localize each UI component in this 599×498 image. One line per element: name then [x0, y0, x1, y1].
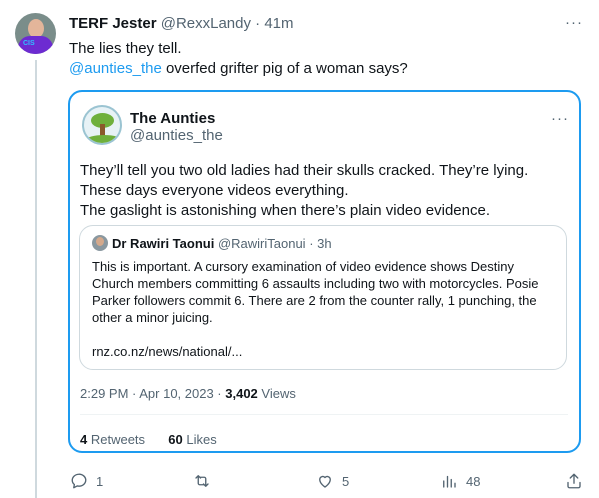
- more-options-icon[interactable]: ···: [565, 14, 583, 31]
- quoted-author-avatar[interactable]: [82, 105, 122, 145]
- nested-author-name[interactable]: Dr Rawiri Taonui: [112, 236, 214, 251]
- author-name[interactable]: TERF Jester: [69, 15, 157, 32]
- tweet-time[interactable]: 41m: [264, 15, 293, 32]
- divider: [80, 414, 568, 415]
- quoted-stats: 4 Retweets 60 Likes: [80, 432, 217, 447]
- retweets-label[interactable]: Retweets: [87, 432, 145, 447]
- quoted-tweet-text: They’ll tell you two old ladies had thei…: [80, 161, 570, 221]
- nested-body-line: This is important. A cursory examination…: [92, 259, 514, 274]
- quoted-more-options-icon[interactable]: ···: [551, 110, 569, 127]
- share-button[interactable]: [565, 470, 583, 492]
- thread-line: [35, 60, 37, 498]
- like-button[interactable]: 5: [316, 470, 349, 492]
- like-count: 5: [342, 473, 350, 489]
- reply-button[interactable]: 1: [70, 470, 103, 492]
- retweet-icon: [195, 475, 209, 487]
- share-icon: [567, 473, 581, 489]
- avatar-face: [96, 237, 104, 246]
- tweet-line-2-rest: overfed grifter pig of a woman says?: [161, 60, 408, 77]
- quoted-timestamp[interactable]: 2:29 PM · Apr 10, 2023 ·: [80, 386, 225, 401]
- nested-link[interactable]: rnz.co.nz/news/national/...: [92, 344, 242, 359]
- quoted-meta: 2:29 PM · Apr 10, 2023 · 3,402 Views: [80, 386, 296, 401]
- likes-count[interactable]: 60: [168, 432, 182, 447]
- avatar-shirt-logo: CIS: [23, 40, 35, 47]
- views-count: 48: [466, 473, 481, 489]
- mention-link[interactable]: @aunties_the: [69, 60, 162, 77]
- reply-icon: [71, 473, 87, 489]
- quoted-author-handle[interactable]: @aunties_the: [130, 127, 223, 144]
- quoted-author-name[interactable]: The Aunties: [130, 110, 215, 127]
- header-separator: ·: [255, 15, 261, 32]
- author-avatar[interactable]: CIS: [15, 13, 56, 54]
- reply-count: 1: [96, 473, 104, 489]
- tweet-text: The lies they tell. @aunties_the overfed…: [69, 39, 408, 79]
- quoted-line: The gaslight is astonishing when there’s…: [80, 202, 490, 219]
- nested-body: This is important. A cursory examination…: [92, 258, 562, 326]
- tweet-line-1: The lies they tell.: [69, 40, 182, 57]
- nested-author-handle[interactable]: @RawiriTaonui: [218, 236, 306, 251]
- author-handle[interactable]: @RexxLandy: [161, 15, 251, 32]
- quoted-views-count: 3,402: [225, 386, 258, 401]
- nested-body-line: other a minor juicing.: [92, 310, 213, 325]
- nested-header: Dr Rawiri Taonui @RawiriTaonui · 3h: [112, 236, 332, 251]
- nested-body-line: Church members committing 6 assaults inc…: [92, 276, 539, 291]
- views-button[interactable]: 48: [440, 470, 480, 492]
- retweet-button[interactable]: [193, 470, 219, 492]
- heart-icon: [319, 475, 331, 488]
- quoted-line: They’ll tell you two old ladies had thei…: [80, 162, 529, 179]
- tweet-line-2: @aunties_the overfed grifter pig of a wo…: [69, 59, 408, 79]
- nested-separator: ·: [309, 236, 314, 251]
- nested-time[interactable]: 3h: [317, 236, 331, 251]
- nested-body-line: Parker followers commit 6. There are 2 f…: [92, 293, 537, 308]
- likes-label[interactable]: Likes: [183, 432, 216, 447]
- nested-author-avatar[interactable]: [92, 235, 108, 251]
- views-chart-icon: [443, 475, 456, 488]
- quoted-views-label: Views: [257, 386, 296, 401]
- quoted-line: These days everyone videos everything.: [80, 182, 349, 199]
- tweet-header: TERF Jester @RexxLandy · 41m: [69, 15, 294, 32]
